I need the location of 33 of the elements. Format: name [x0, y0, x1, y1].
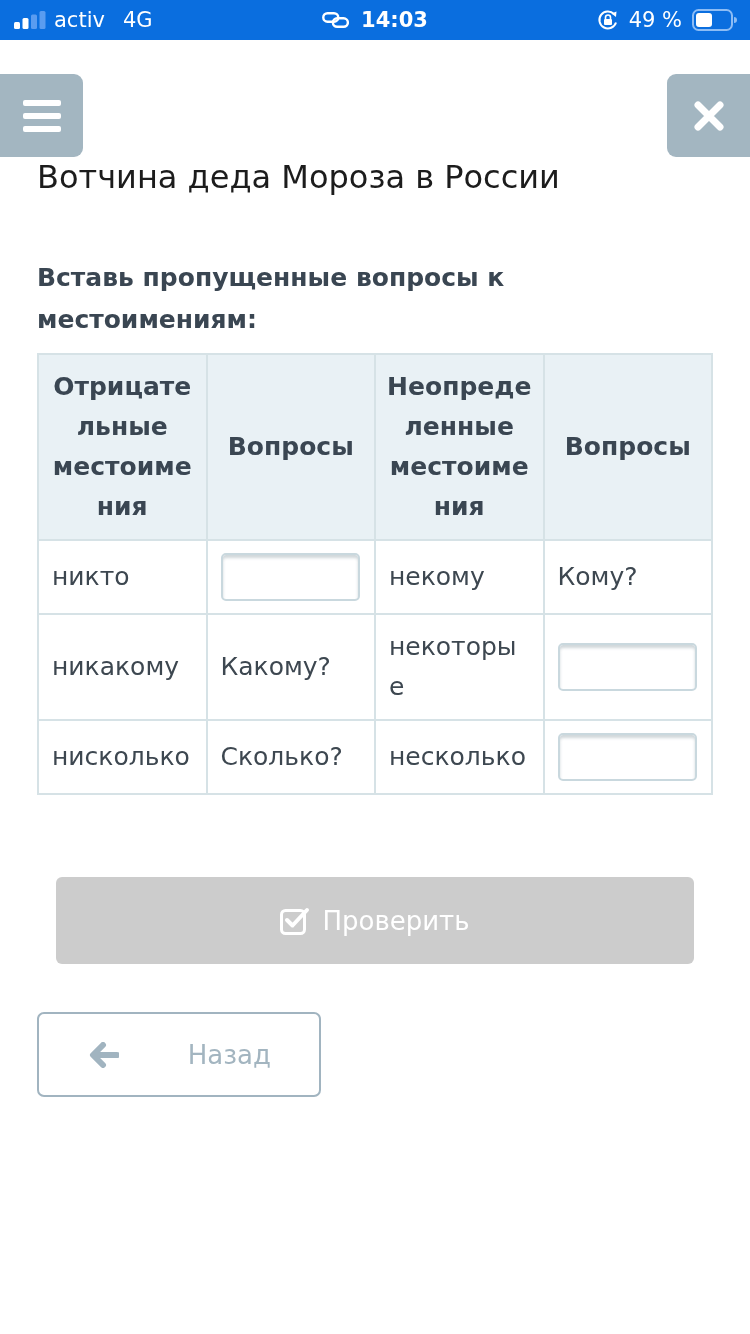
back-button[interactable]: Назад	[37, 1012, 321, 1097]
close-icon	[693, 100, 724, 131]
link-icon	[322, 12, 350, 28]
carrier-name: activ	[54, 7, 105, 33]
menu-icon	[22, 99, 61, 132]
rotation-lock-icon	[596, 9, 619, 31]
table-cell: никакому	[38, 614, 207, 720]
arrow-left-icon	[89, 1041, 119, 1068]
table-cell: нисколько	[38, 720, 207, 794]
table-cell: Какому?	[206, 614, 375, 720]
clock-time: 14:03	[361, 7, 428, 33]
table-cell: Кому?	[543, 540, 712, 614]
answer-field[interactable]	[557, 733, 697, 781]
table-cell: Сколько?	[206, 720, 375, 794]
table-header-cell: Неопределенные местоимения	[375, 354, 544, 540]
battery-percent: 49 %	[628, 7, 682, 33]
table-cell: несколько	[375, 720, 544, 794]
answer-field[interactable]	[220, 553, 360, 601]
table-header-cell: Вопросы	[543, 354, 712, 540]
close-button[interactable]	[667, 74, 750, 157]
check-square-icon	[280, 906, 311, 935]
network-type: 4G	[122, 7, 153, 33]
task-instruction: Вставь пропущенные вопросы к местоимениям:	[37, 262, 506, 336]
battery-icon	[692, 9, 737, 31]
answer-field[interactable]	[557, 643, 697, 691]
table-header-cell: Отрицательные местоимения	[38, 354, 207, 540]
table-cell: никто	[38, 540, 207, 614]
table-cell: некому	[375, 540, 544, 614]
page-title: Вотчина деда Мороза в России	[37, 157, 561, 197]
table-header-cell: Вопросы	[206, 354, 375, 540]
signal-icon	[14, 11, 46, 29]
table-cell: некоторые	[375, 614, 544, 720]
menu-button[interactable]	[0, 74, 83, 157]
